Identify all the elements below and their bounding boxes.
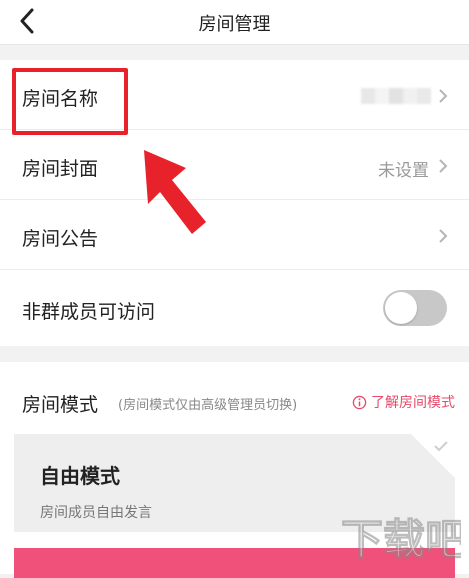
learn-room-mode-link[interactable]: 了解房间模式 bbox=[352, 392, 455, 412]
room-mode-title: 房间模式 bbox=[22, 394, 99, 416]
room-notice-label: 房间公告 bbox=[22, 228, 99, 250]
toggle-knob bbox=[385, 292, 417, 324]
mode-card-title: 自由模式 bbox=[40, 464, 120, 488]
nav-bar: 房间管理 bbox=[0, 0, 469, 45]
non-member-access-toggle[interactable] bbox=[383, 290, 447, 326]
svg-text:下载吧: 下载吧 bbox=[341, 515, 461, 564]
check-icon bbox=[434, 441, 448, 452]
watermark-logo: 下载吧 bbox=[341, 515, 461, 565]
room-cover-value: 未设置 bbox=[378, 161, 429, 181]
highlight-box bbox=[12, 68, 128, 135]
mode-card-description: 房间成员自由发言 bbox=[40, 505, 152, 521]
red-arrow-icon bbox=[144, 150, 206, 234]
page-title: 房间管理 bbox=[198, 14, 271, 35]
chevron-right-icon bbox=[439, 229, 448, 243]
info-icon bbox=[352, 395, 367, 409]
room-name-value-blurred bbox=[361, 88, 431, 104]
learn-room-mode-label: 了解房间模式 bbox=[371, 395, 455, 411]
room-notice-row[interactable]: 房间公告 bbox=[0, 200, 469, 270]
chevron-right-icon bbox=[439, 89, 448, 103]
room-cover-label: 房间封面 bbox=[22, 158, 99, 180]
chevron-right-icon bbox=[439, 159, 448, 173]
non-member-access-label: 非群成员可访问 bbox=[22, 301, 156, 323]
room-mode-subtitle: (房间模式仅由高级管理员切换) bbox=[118, 398, 298, 413]
non-member-access-row: 非群成员可访问 bbox=[0, 270, 469, 346]
room-cover-row[interactable]: 房间封面 未设置 bbox=[0, 130, 469, 200]
